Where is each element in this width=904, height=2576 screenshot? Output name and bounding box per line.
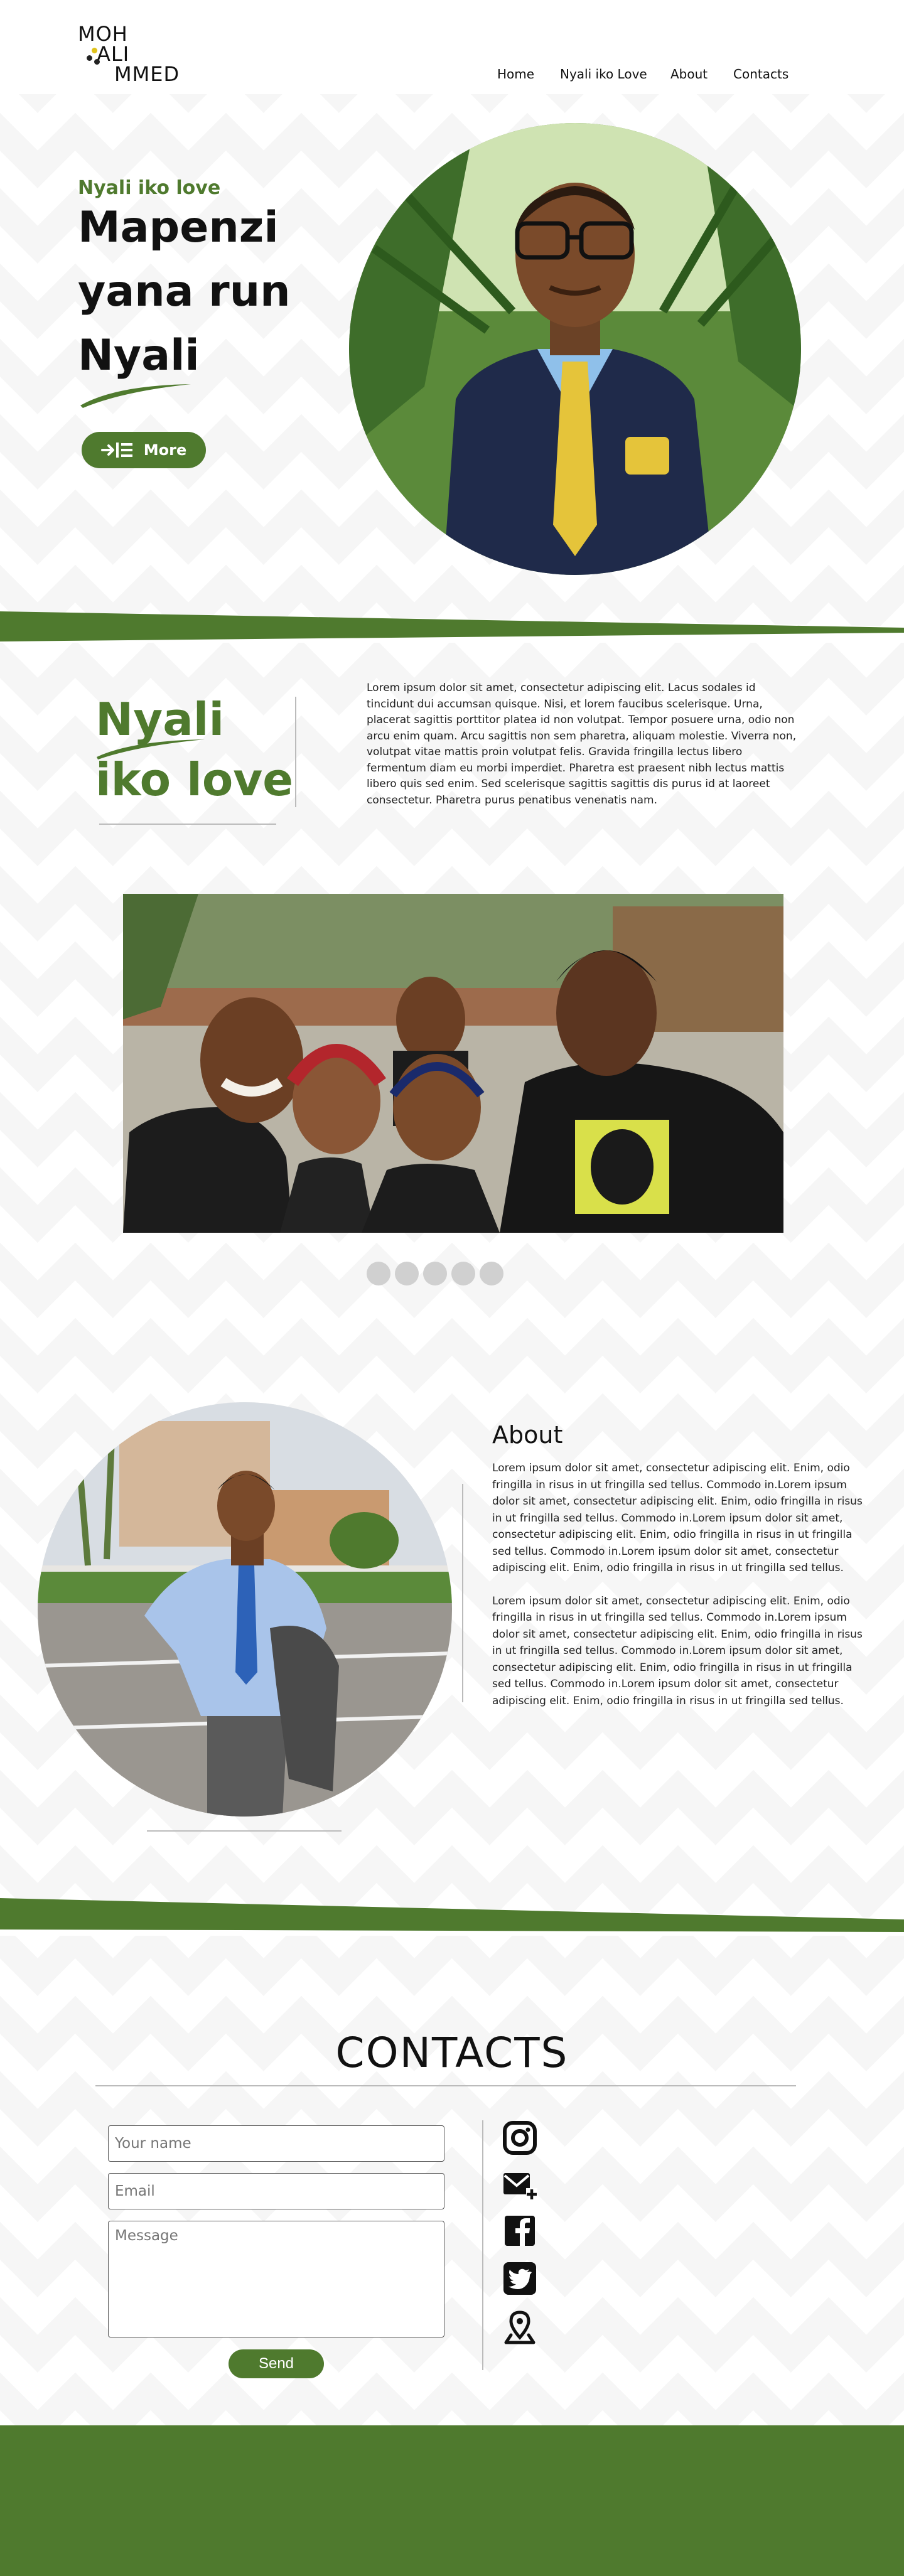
location-pin-icon[interactable]: [502, 2310, 537, 2345]
carousel-dot[interactable]: [367, 1262, 390, 1285]
carousel-dot[interactable]: [395, 1262, 419, 1285]
logo-line-1: MOH: [78, 22, 128, 46]
more-button-label: More: [143, 441, 187, 459]
carousel-dot[interactable]: [423, 1262, 447, 1285]
contacts-title: CONTACTS: [335, 2029, 569, 2077]
send-button[interactable]: Send: [229, 2349, 324, 2378]
intro-vertical-divider: [295, 697, 296, 807]
logo-dot-dark: [94, 59, 100, 65]
about-photo: [38, 1402, 452, 1817]
twitter-icon[interactable]: [502, 2261, 537, 2296]
name-input[interactable]: [108, 2125, 444, 2162]
nav-nyali-iko-love[interactable]: Nyali iko Love: [560, 67, 647, 82]
intro-title-swoosh: [97, 739, 205, 759]
title-underline-swoosh: [80, 384, 191, 408]
about-text: Lorem ipsum dolor sit amet, consectetur …: [492, 1460, 863, 1725]
green-divider-band: [0, 1898, 904, 1936]
nav-home[interactable]: Home: [497, 67, 534, 82]
more-button[interactable]: More: [82, 432, 206, 468]
logo-line-2: ALI: [97, 42, 130, 66]
email-add-icon[interactable]: [502, 2168, 537, 2203]
about-vertical-divider: [462, 1484, 463, 1702]
green-divider-band: [0, 611, 904, 643]
intro-horizontal-divider: [99, 824, 276, 825]
message-textarea[interactable]: [108, 2221, 444, 2337]
carousel-dot[interactable]: [480, 1262, 503, 1285]
group-selfie-photo: [123, 894, 783, 1233]
hero-title: Mapenzi yana run Nyali: [78, 196, 342, 388]
carousel-dots: [367, 1262, 503, 1285]
site-footer: [0, 2425, 904, 2576]
about-heading: About: [492, 1421, 563, 1449]
intro-paragraph: Lorem ipsum dolor sit amet, consectetur …: [367, 682, 797, 807]
carousel-dot[interactable]: [451, 1262, 475, 1285]
hero-portrait-photo: [349, 123, 801, 575]
instagram-icon[interactable]: [502, 2120, 537, 2155]
about-horizontal-divider: [147, 1830, 342, 1832]
site-logo[interactable]: MOH ALI MMED: [78, 24, 203, 87]
about-paragraph: Lorem ipsum dolor sit amet, consectetur …: [492, 1462, 863, 1574]
logo-line-3: MMED: [114, 62, 180, 86]
contacts-vertical-divider: [482, 2120, 483, 2370]
indent-list-icon: [100, 443, 132, 458]
email-input[interactable]: [108, 2173, 444, 2209]
contacts-title-rule: [95, 2085, 796, 2086]
nav-about[interactable]: About: [670, 67, 708, 82]
hero-title-line: Mapenzi: [78, 203, 279, 252]
logo-dot-dark: [87, 55, 92, 61]
nav-contacts[interactable]: Contacts: [733, 67, 788, 82]
facebook-icon[interactable]: [502, 2213, 537, 2248]
logo-dot-yellow: [92, 48, 97, 53]
hero-title-line: yana run: [78, 267, 291, 316]
about-paragraph: Lorem ipsum dolor sit amet, consectetur …: [492, 1594, 863, 1707]
